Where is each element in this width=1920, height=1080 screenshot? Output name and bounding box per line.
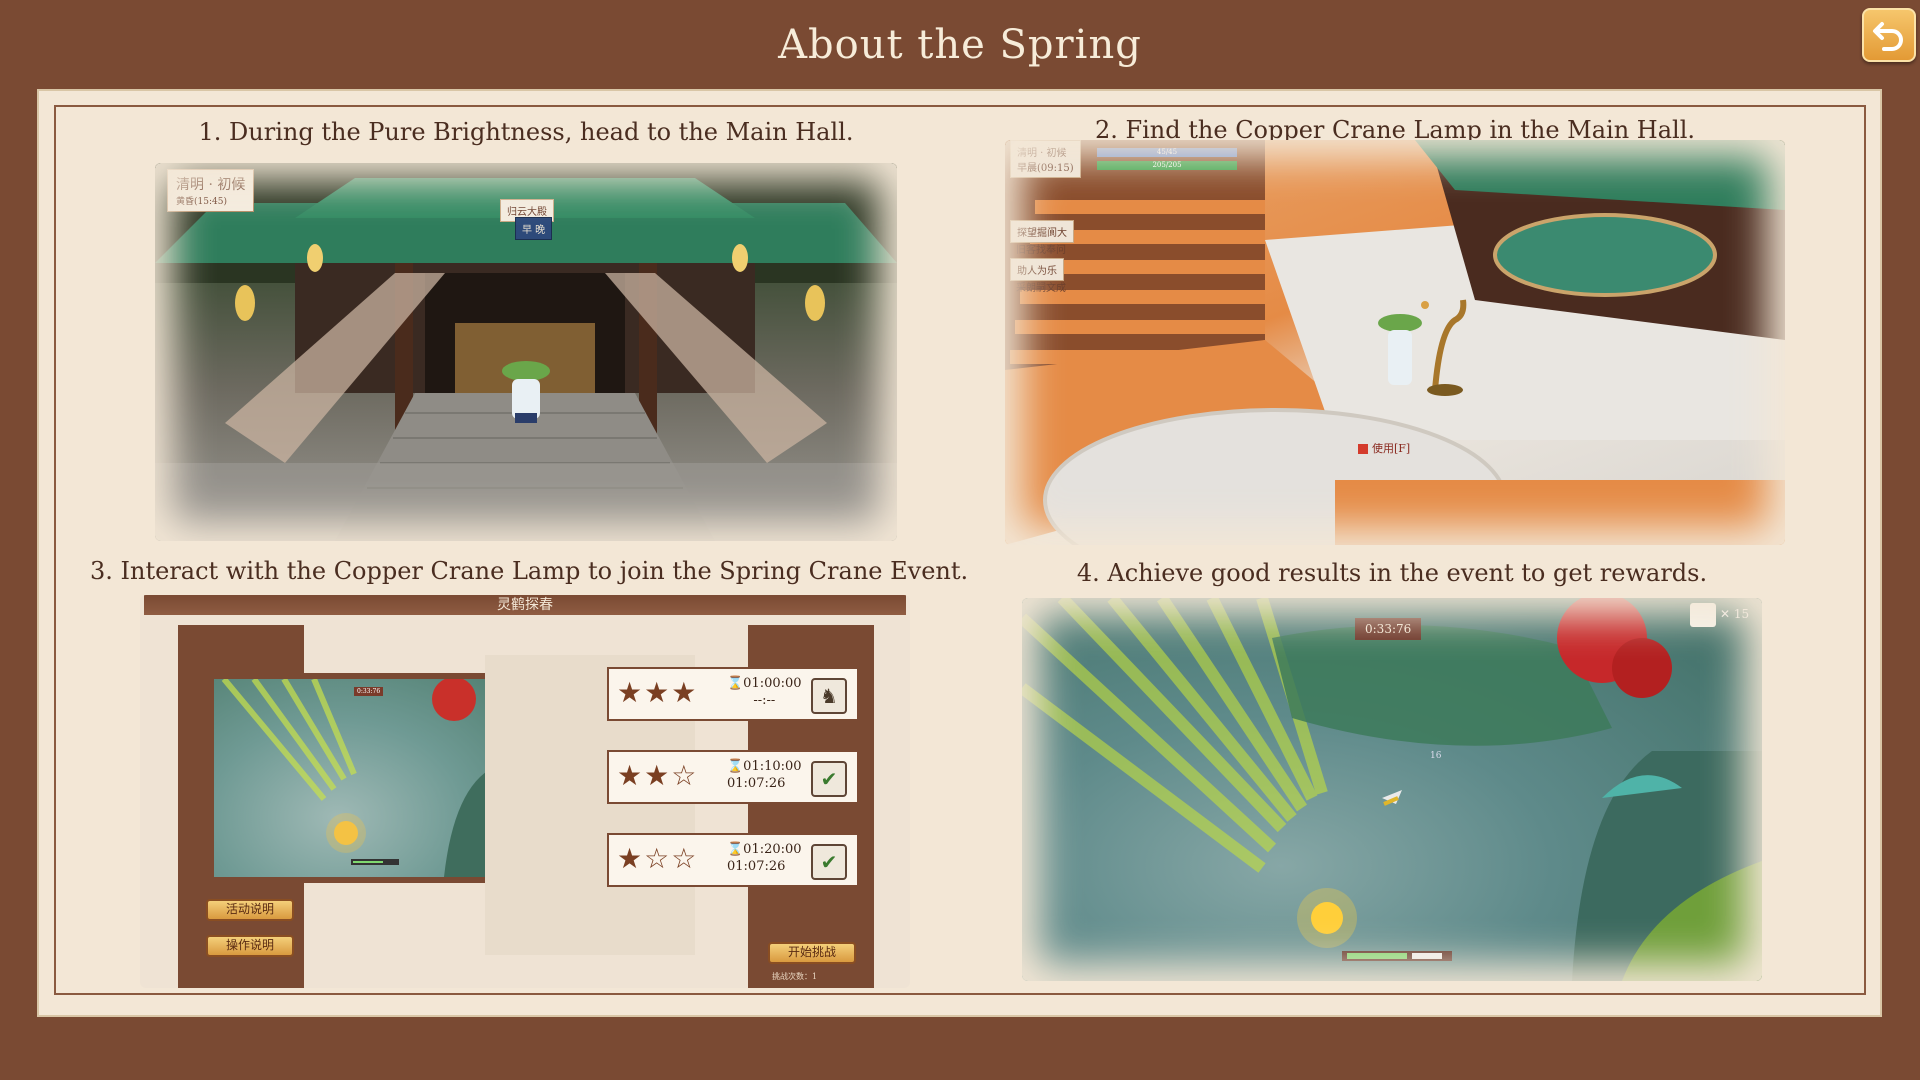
start-challenge-button[interactable]: 开始挑战 [768, 942, 856, 964]
undo-arrow-icon [1873, 22, 1903, 51]
star-rating: ★☆☆ [617, 842, 699, 875]
reward-claimed-check-icon[interactable]: ✔ [811, 761, 847, 797]
screenshot-event-panel: 灵鹤探春 0:33:76 ★★★ ⌛01:00:00 --:-- ♞ ★★☆ ⌛… [140, 595, 910, 988]
step-4-caption: 4. Achieve good results in the event to … [1076, 559, 1708, 587]
event-panel-title: 灵鹤探春 [144, 595, 906, 615]
page-title: About the Spring [778, 22, 1142, 68]
rank-times: ⌛01:20:00 01:07:26 [727, 842, 802, 874]
screenshot-event-gameplay: 0:33:76 ✕ 15 16 [1022, 598, 1762, 981]
attempts-count: 挑战次数：1 [772, 972, 818, 981]
star-rating: ★★☆ [617, 759, 699, 792]
reward-item-icon[interactable]: ♞ [811, 678, 847, 714]
controls-info-button[interactable]: 操作说明 [206, 935, 294, 957]
rank-row-3-star: ★★★ ⌛01:00:00 --:-- ♞ [607, 667, 859, 721]
screenshot-copper-crane-lamp: 清明 · 初候 早晨(09:15) 45/45 205/205 探望掘阆大 旧客… [1005, 140, 1785, 545]
star-rating: ★★★ [617, 676, 699, 709]
screenshot-main-hall-entrance: 清明 · 初候 黄昏(15:45) 归云大殿 早 晚 [155, 163, 897, 541]
rank-times: ⌛01:10:00 01:07:26 [727, 759, 802, 791]
rank-row-2-star: ★★☆ ⌛01:10:00 01:07:26 ✔ [607, 750, 859, 804]
step-1-caption: 1. During the Pure Brightness, head to t… [198, 118, 854, 146]
event-preview-image: 0:33:76 [214, 679, 522, 877]
activity-info-button[interactable]: 活动说明 [206, 899, 294, 921]
preview-timer: 0:33:76 [354, 687, 384, 696]
rank-times: ⌛01:00:00 --:-- [727, 676, 802, 708]
back-button[interactable] [1862, 8, 1916, 62]
reward-claimed-check-icon[interactable]: ✔ [811, 844, 847, 880]
event-preview-frame: 0:33:76 [208, 673, 528, 883]
step-3-caption: 3. Interact with the Copper Crane Lamp t… [90, 557, 969, 585]
rank-row-1-star: ★☆☆ ⌛01:20:00 01:07:26 ✔ [607, 833, 859, 887]
